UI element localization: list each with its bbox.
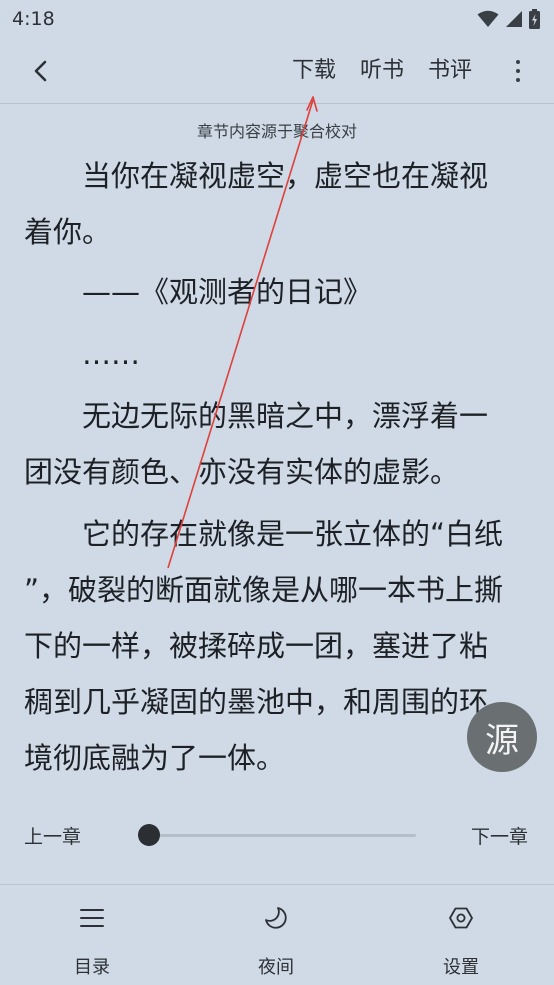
nav-toc[interactable]: 目录 bbox=[42, 903, 142, 979]
status-time: 4:18 bbox=[12, 8, 55, 30]
content-line: ——《观测者的日记》 bbox=[82, 275, 373, 309]
chapter-source-note: 章节内容源于聚合校对 bbox=[196, 122, 357, 141]
content-line: ”，破裂的断面就像是从哪一本书上撕 bbox=[24, 573, 504, 607]
status-bar: 4:18 bbox=[0, 0, 554, 38]
source-fab-button[interactable]: 源 bbox=[467, 702, 537, 772]
chapter-content: 当你在凝视虚空，虚空也在凝视 着你。 ——《观测者的日记》 …… 无边无际的黑暗… bbox=[24, 148, 530, 786]
battery-icon bbox=[529, 9, 540, 29]
status-icons bbox=[477, 9, 540, 29]
download-button[interactable]: 下载 bbox=[292, 56, 336, 86]
more-vert-icon bbox=[516, 60, 520, 64]
content-line: 着你。 bbox=[24, 215, 112, 249]
wifi-icon bbox=[477, 10, 499, 27]
nav-toc-label: 目录 bbox=[74, 957, 110, 978]
back-button[interactable] bbox=[22, 52, 60, 90]
content-line: 下的一样，被揉碎成一团，塞进了粘 bbox=[24, 629, 489, 663]
menu-list-icon bbox=[80, 909, 104, 927]
slider-thumb[interactable] bbox=[138, 824, 161, 846]
content-line: …… bbox=[82, 337, 140, 371]
content-line: 它的存在就像是一张立体的“白纸 bbox=[82, 517, 504, 551]
nav-settings[interactable]: 设置 bbox=[411, 903, 511, 979]
moon-icon bbox=[265, 907, 287, 929]
chapter-progress-slider[interactable] bbox=[138, 824, 416, 846]
back-arrow-icon bbox=[34, 60, 47, 82]
chapter-nav-bar: 上一章 下一章 bbox=[0, 806, 554, 864]
nav-night-mode[interactable]: 夜间 bbox=[226, 903, 326, 979]
nav-night-label: 夜间 bbox=[258, 957, 294, 978]
content-line: 境彻底融为了一体。 bbox=[24, 741, 286, 775]
content-line: 当你在凝视虚空，虚空也在凝视 bbox=[82, 159, 489, 193]
next-chapter-button[interactable]: 下一章 bbox=[471, 822, 528, 849]
more-options-button[interactable] bbox=[506, 54, 530, 88]
content-line: 稠到几乎凝固的墨池中，和周围的环 bbox=[24, 685, 489, 719]
nav-settings-label: 设置 bbox=[443, 957, 479, 978]
settings-hexagon-icon bbox=[449, 907, 473, 929]
bottom-nav: 目录 夜间 设置 bbox=[0, 884, 554, 985]
listen-button[interactable]: 听书 bbox=[360, 56, 404, 86]
content-line: 无边无际的黑暗之中，漂浮着一 bbox=[82, 399, 489, 433]
content-line: 团没有颜色、亦没有实体的虚影。 bbox=[24, 455, 460, 489]
signal-icon bbox=[506, 11, 522, 27]
reader-toolbar: 下载 听书 书评 bbox=[0, 38, 554, 104]
prev-chapter-button[interactable]: 上一章 bbox=[24, 822, 81, 849]
review-button[interactable]: 书评 bbox=[428, 56, 472, 86]
